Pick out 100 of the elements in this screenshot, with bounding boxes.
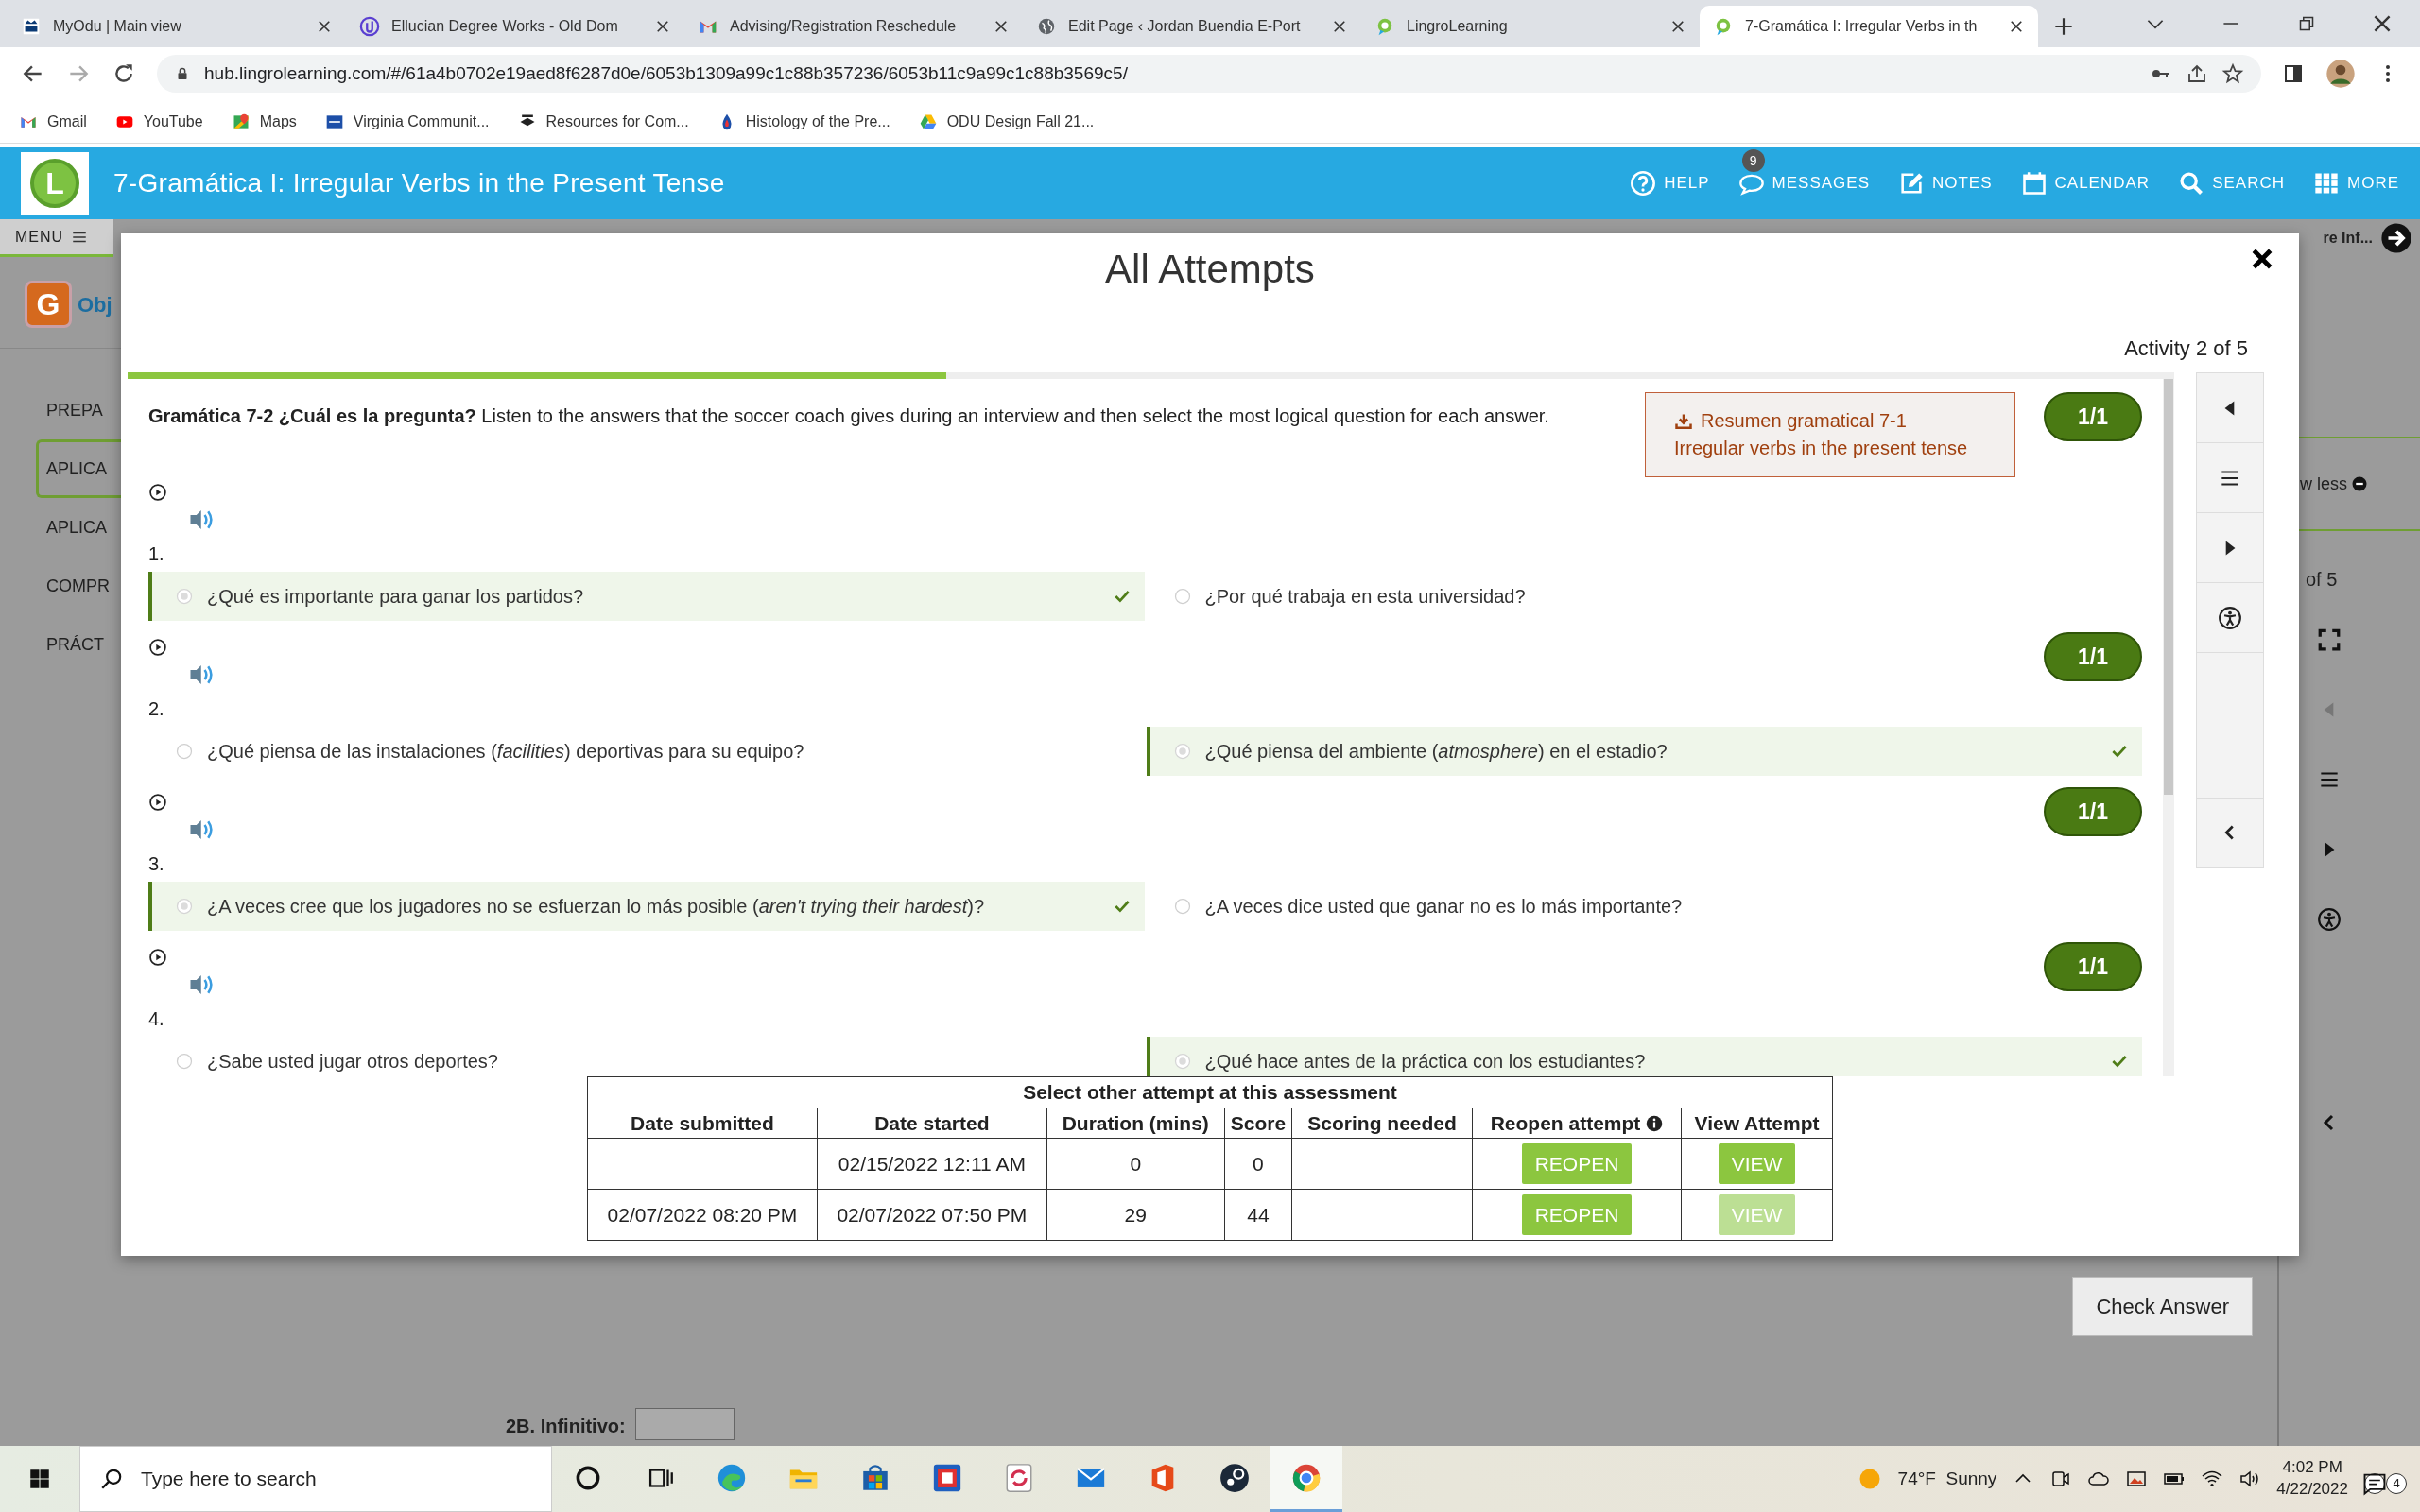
radio-button[interactable] [175, 1052, 194, 1071]
bookmark-link[interactable]: Resources for Com... [517, 110, 689, 133]
question-number: 1. [148, 542, 165, 566]
close-icon[interactable] [2250, 247, 2274, 271]
windows-icon[interactable] [27, 1467, 52, 1491]
share-icon[interactable] [2186, 62, 2208, 85]
radio-button[interactable] [175, 587, 194, 606]
browser-tab[interactable]: Ellucian Degree Works - Old Dom [346, 6, 684, 47]
column-header: Scoring needed [1291, 1108, 1473, 1139]
pencil-icon [1898, 170, 1925, 197]
minus-icon [2350, 475, 2368, 492]
answer-option[interactable]: ¿Qué piensa de las instalaciones (facilities) deportivas para su equipo? [148, 727, 1145, 776]
score-badge: 1/1 [2044, 392, 2142, 441]
table-cell: 44 [1224, 1189, 1292, 1241]
sidebar-item[interactable]: PREPA [36, 381, 121, 439]
question-number: 3. [148, 852, 165, 876]
close-icon[interactable] [1331, 18, 1348, 35]
browser-tab[interactable]: Advising/Registration Reschedule [684, 6, 1023, 47]
close-icon[interactable] [993, 18, 1010, 35]
column-header: View Attempt [1681, 1108, 1833, 1139]
link-text[interactable]: re Inf... [2323, 227, 2373, 249]
bookmark-link[interactable]: Maps [231, 110, 297, 133]
clock-date[interactable]: 4/22/2022 [2276, 1479, 2348, 1501]
arrow-right-icon[interactable] [2380, 222, 2412, 254]
radio-button[interactable] [175, 897, 194, 916]
answer-option[interactable]: ¿Qué hace antes de la práctica con los estudiantes? [1146, 1037, 2142, 1076]
radio-button[interactable] [1172, 1052, 1192, 1071]
browser-tab[interactable]: 7-Gramática I: Irregular Verbs in th [1700, 6, 2038, 47]
column-header: Duration (mins) [1046, 1108, 1225, 1139]
browser-tab[interactable]: LingroLearning [1361, 6, 1700, 47]
bookmark-link[interactable]: Virginia Communit... [324, 110, 490, 133]
notification-icon[interactable] [2364, 1473, 2385, 1494]
instructions-text: Gramática 7-2 ¿Cuál es la pregunta? Listen to the answers that the soccer coach gives during an interview and then select the most logical question for each answer. [148, 404, 1550, 428]
answer-option[interactable]: ¿Qué es importante para ganar los partidos? [148, 572, 1145, 621]
resource-link[interactable]: Resumen gramatical 7-1 Irregular verbs in the present tense [1645, 392, 2015, 477]
sidebar-item[interactable]: APLICA [36, 498, 121, 557]
table-cell: 29 [1046, 1189, 1225, 1241]
count-badge: 9 [1741, 149, 1765, 172]
answer-option[interactable]: ¿Sabe usted jugar otros deportes? [148, 1037, 1145, 1076]
bookmark-link[interactable]: Gmail [19, 110, 87, 133]
avatar-icon[interactable] [2325, 59, 2356, 89]
accessibility-icon[interactable] [2316, 907, 2342, 932]
bookmark-link[interactable]: YouTube [114, 110, 203, 133]
sidebar-item[interactable]: COMPR [36, 557, 121, 615]
clock-time[interactable]: 4:02 PM [2276, 1457, 2348, 1479]
calendar-icon [2020, 170, 2048, 197]
answer-option[interactable]: ¿A veces dice usted que ganar no es lo más importante? [1146, 882, 2142, 931]
answer-option[interactable]: ¿Por qué trabaja en esta universidad? [1146, 572, 2142, 621]
scrollbar[interactable] [2163, 379, 2174, 1076]
radio-button[interactable] [1172, 742, 1192, 761]
browser-tab[interactable]: MyOdu | Main view [8, 6, 346, 47]
fullscreen-icon[interactable] [2316, 627, 2342, 652]
close-icon[interactable] [654, 18, 671, 35]
column-header: Date submitted [587, 1108, 818, 1139]
info-icon[interactable] [1646, 1114, 1664, 1132]
input-field[interactable] [634, 1408, 735, 1440]
score-badge: 1/1 [2044, 787, 2142, 836]
address-bar[interactable]: hub.lingrolearning.com/#/61a4b0702e19aed8f6287d0e/6053b1309a99c1c88b357236/6053b11c9a99c1c88b3569c5/ [157, 55, 2261, 93]
star-icon[interactable] [2221, 62, 2244, 85]
circle-logo-icon [359, 16, 380, 37]
weather-text[interactable]: 74°F Sunny [1897, 1465, 1997, 1493]
browser-tab[interactable]: Edit Page ‹ Jordan Buendia E-Port [1023, 6, 1361, 47]
radio-button[interactable] [1172, 587, 1192, 606]
search-field[interactable]: Type here to search [139, 1463, 532, 1495]
close-icon[interactable] [1669, 18, 1686, 35]
score-badge: 1/1 [2044, 632, 2142, 681]
sidebar-item[interactable]: PRÁCT [36, 615, 121, 674]
answer-option[interactable]: ¿Qué piensa del ambiente (atmosphere) en el estadio? [1146, 727, 2142, 776]
count-badge: 4 [2386, 1473, 2407, 1494]
answer-option[interactable]: ¿A veces cree que los jugadores no se esfuerzan lo más posible (aren't trying their hardest)? [148, 882, 1145, 931]
accessibility-icon[interactable] [2218, 605, 2242, 630]
logo: G [25, 281, 72, 328]
activity-counter: Activity 2 of 5 [2123, 335, 2249, 362]
radio-button[interactable] [175, 742, 194, 761]
column-header: Date started [817, 1108, 1047, 1139]
modal-title: All Attempts [1105, 246, 1315, 293]
bookmark-link[interactable]: Histology of the Pre... [717, 110, 890, 133]
search-icon [99, 1467, 124, 1491]
check-answer-button[interactable]: Check Answer [2072, 1277, 2253, 1336]
activity-counter: of 5 [2306, 568, 2338, 592]
page-title: 7-Gramática I: Irregular Verbs in the Present Tense [113, 167, 725, 199]
crest-icon [21, 16, 42, 37]
side-panel-icon[interactable] [2282, 62, 2305, 85]
help-icon [1630, 170, 1657, 197]
close-icon[interactable] [2008, 18, 2025, 35]
table-cell: 0 [1224, 1138, 1292, 1190]
table-cell: 02/15/2022 12:11 AM [817, 1138, 1047, 1190]
globe-icon [1036, 16, 1057, 37]
menu-button[interactable]: MENU [0, 219, 113, 257]
table-caption: Select other attempt at this assessment [587, 1076, 1833, 1108]
search-bar[interactable]: Type here to search [79, 1446, 552, 1512]
column-header: Score [1224, 1108, 1292, 1139]
close-icon[interactable] [316, 18, 333, 35]
question-number: 4. [148, 1007, 165, 1031]
bookmark-link[interactable]: ODU Design Fall 21... [918, 110, 1095, 133]
table-cell: 0 [1046, 1138, 1225, 1190]
column-header: Reopen attempt [1472, 1108, 1682, 1139]
radio-button[interactable] [1172, 897, 1192, 916]
score-badge: 1/1 [2044, 942, 2142, 991]
question-number: 2. [148, 697, 165, 721]
